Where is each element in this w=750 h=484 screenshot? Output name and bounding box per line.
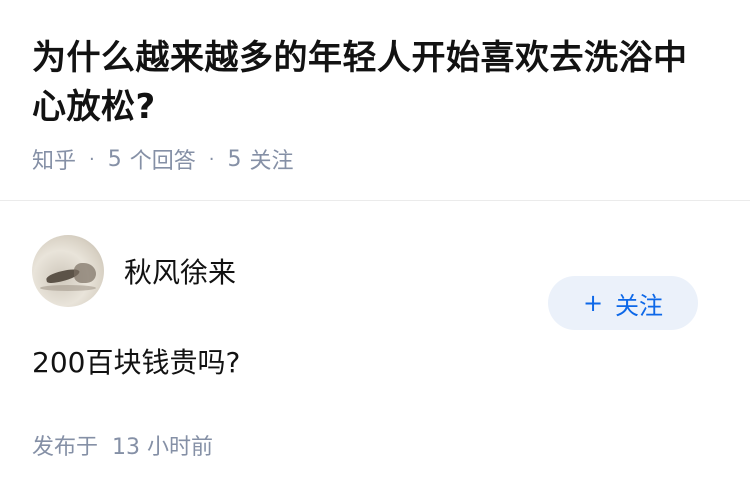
answer-count-label: 个回答 (129, 149, 196, 174)
question-title[interactable]: 为什么越来越多的年轻人开始喜欢去洗浴中心放松? (32, 34, 718, 132)
published-label: 发布于 (32, 435, 99, 460)
follow-button-label: 关注 (615, 291, 664, 320)
plus-icon: + (582, 289, 604, 317)
author-name[interactable]: 秋风徐来 (124, 251, 236, 291)
divider (0, 200, 750, 201)
separator-dot: · (89, 148, 95, 170)
follow-count: 5 (227, 146, 242, 172)
follow-count-label: 关注 (249, 149, 294, 174)
separator-dot: · (208, 148, 215, 170)
question-header: 为什么越来越多的年轻人开始喜欢去洗浴中心放松? 知乎 · 5 个回答 · 5 关… (0, 0, 750, 174)
avatar[interactable] (32, 235, 104, 307)
answer-footer: 发布于 13 小时前 (32, 429, 718, 461)
published-time: 13 小时前 (112, 435, 214, 460)
follow-button[interactable]: + 关注 (548, 276, 698, 330)
answer-content[interactable]: 200百块钱贵吗? (32, 341, 718, 381)
answer-card: 秋风徐来 + 关注 200百块钱贵吗? 发布于 13 小时前 (0, 235, 750, 461)
answer-count: 5 (107, 146, 122, 172)
source-label[interactable]: 知乎 (32, 143, 76, 175)
question-meta: 知乎 · 5 个回答 · 5 关注 (32, 143, 718, 175)
